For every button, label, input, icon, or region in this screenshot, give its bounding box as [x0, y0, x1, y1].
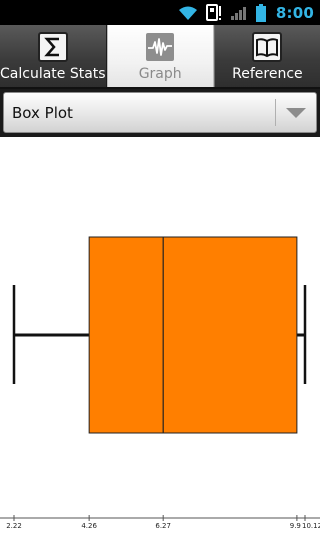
x-tick-label: 4.26: [81, 522, 97, 530]
tab-label: Reference: [232, 66, 303, 82]
tab-reference[interactable]: Reference: [213, 25, 320, 88]
chevron-down-icon[interactable]: [286, 107, 306, 118]
tab-bar: Calculate Stats Graph Reference: [0, 25, 320, 88]
battery-icon: [255, 3, 266, 22]
chart-selector-bar: Box Plot: [0, 89, 320, 137]
x-tick-label: 10.12: [302, 522, 320, 530]
wifi-icon: [178, 6, 197, 20]
tab-label: Calculate Stats: [0, 66, 106, 82]
clock: 8:00: [275, 3, 314, 22]
tab-label: Graph: [138, 66, 182, 82]
signal-icon: [230, 6, 246, 20]
chart-type-value: Box Plot: [12, 103, 73, 122]
x-tick-label: 6.27: [155, 522, 171, 530]
status-bar: 8:00: [0, 0, 320, 25]
dropdown-divider: [275, 99, 276, 126]
x-tick-label: 2.22: [6, 522, 22, 530]
box-plot-svg: 2.22 4.26 6.27 9.9 10.12: [0, 236, 320, 530]
waveform-icon: [146, 33, 175, 61]
sigma-icon: [37, 32, 68, 62]
chart-type-dropdown[interactable]: Box Plot: [3, 92, 317, 133]
tab-calculate-stats[interactable]: Calculate Stats: [0, 25, 107, 88]
iqr-box: [88, 236, 298, 434]
book-icon: [252, 32, 283, 62]
x-tick-label: 9.9: [290, 522, 301, 530]
tab-graph[interactable]: Graph: [106, 25, 214, 88]
sim-alert-icon: [205, 3, 221, 21]
box-plot-chart: 2.22 4.26 6.27 9.9 10.12: [0, 137, 320, 533]
